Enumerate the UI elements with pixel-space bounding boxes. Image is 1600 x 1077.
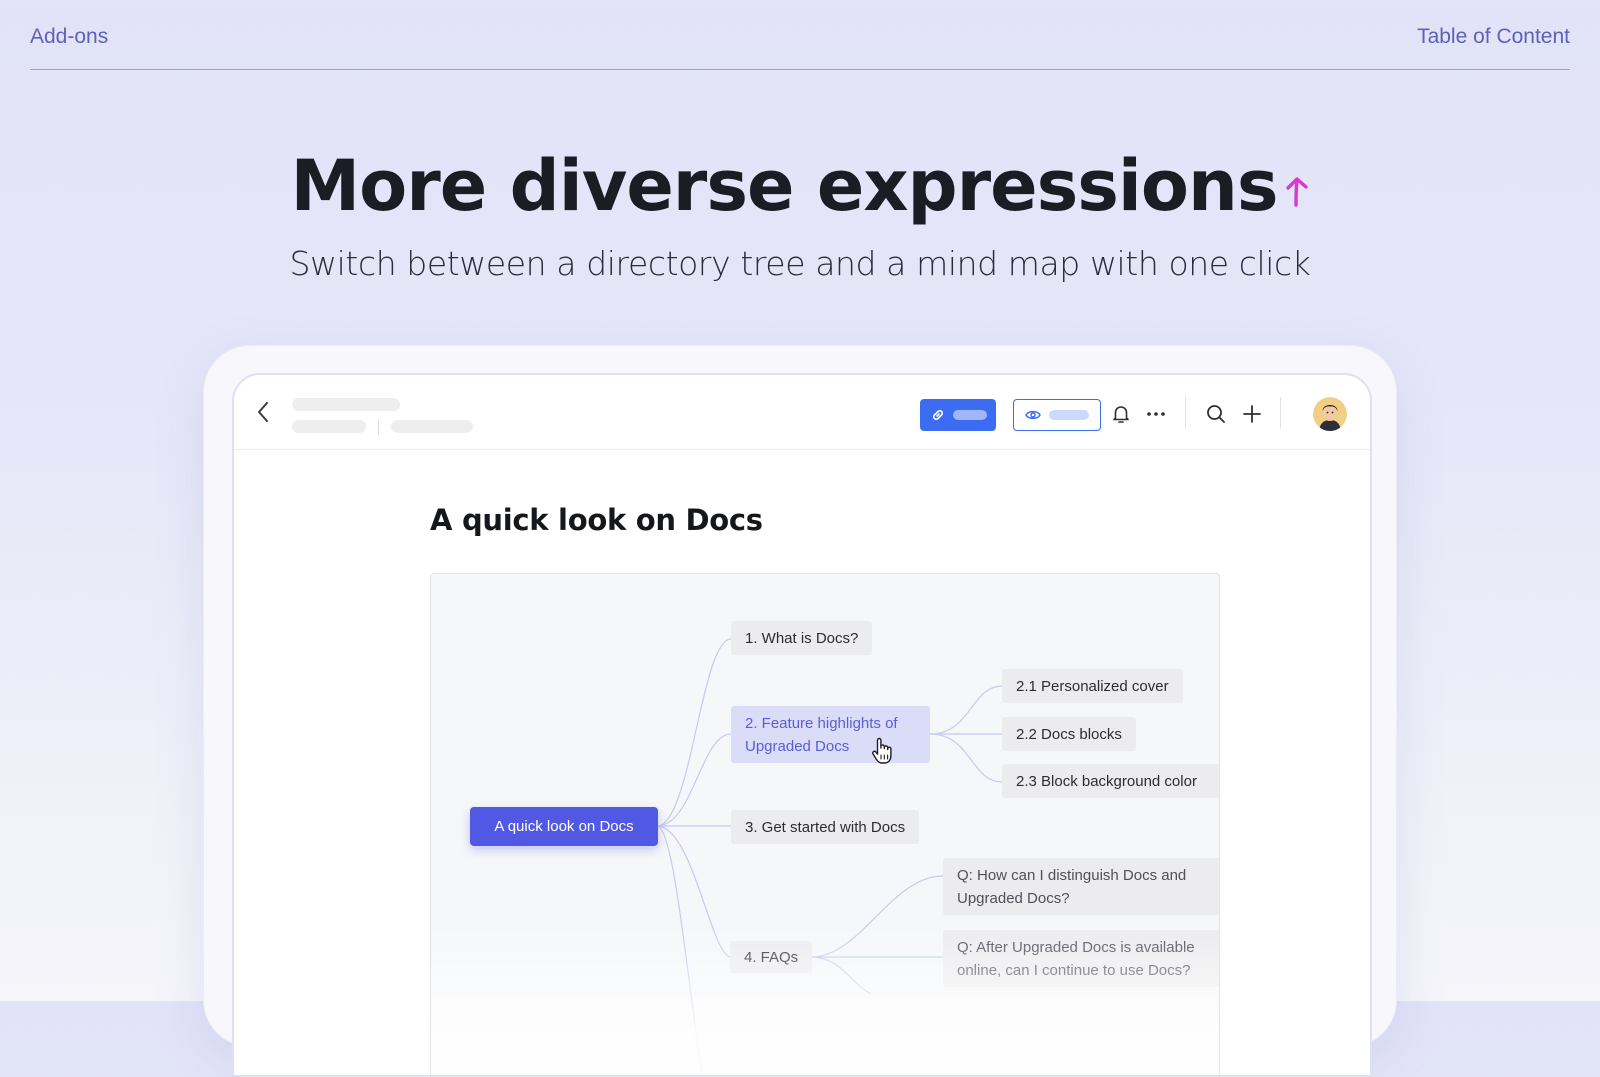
mind-map-node[interactable]: 4. FAQs bbox=[730, 941, 813, 973]
mind-map-root-node[interactable]: A quick look on Docs bbox=[470, 807, 658, 846]
hero-subtitle: Switch between a directory tree and a mi… bbox=[289, 244, 1311, 283]
document-title: A quick look on Docs bbox=[430, 503, 763, 537]
hand-pointer-cursor-icon bbox=[870, 737, 894, 770]
search-icon[interactable] bbox=[1201, 399, 1231, 429]
divider bbox=[1185, 397, 1186, 429]
mind-map: A quick look on Docs 1. What is Docs? 2.… bbox=[430, 573, 1220, 1075]
mind-map-node[interactable]: 2.2 Docs blocks bbox=[1002, 717, 1136, 751]
link-icon bbox=[931, 408, 945, 422]
plus-icon[interactable] bbox=[1237, 399, 1267, 429]
nav-link-add-ons[interactable]: Add-ons bbox=[30, 25, 108, 49]
eye-icon bbox=[1025, 409, 1041, 421]
breadcrumb-placeholder bbox=[292, 420, 366, 433]
app-window: A quick look on Docs A quick look on Doc… bbox=[232, 373, 1372, 1077]
button-label-placeholder bbox=[1049, 410, 1089, 420]
divider bbox=[1280, 397, 1281, 429]
view-mode-button[interactable] bbox=[1013, 399, 1101, 431]
mind-map-node-selected[interactable]: 2. Feature highlights of Upgraded Docs bbox=[731, 706, 930, 763]
mind-map-node[interactable]: Q: How can I distinguish Docs and Upgrad… bbox=[943, 858, 1219, 915]
share-button[interactable] bbox=[920, 399, 996, 431]
breadcrumb-placeholder bbox=[292, 398, 400, 411]
mind-map-node[interactable]: 2.3 Block background color bbox=[1002, 764, 1219, 798]
button-label-placeholder bbox=[953, 410, 987, 420]
hero-title: More diverse expressions bbox=[0, 146, 1600, 226]
mind-map-node[interactable]: Q: After Upgraded Docs is available onli… bbox=[943, 930, 1219, 987]
hero-title-text: More diverse expressions bbox=[290, 145, 1278, 227]
more-icon[interactable] bbox=[1141, 399, 1171, 429]
nav-link-table-of-content[interactable]: Table of Content bbox=[1417, 25, 1570, 49]
bell-icon[interactable] bbox=[1106, 399, 1136, 429]
back-icon[interactable] bbox=[248, 397, 278, 427]
divider bbox=[378, 419, 379, 435]
mind-map-node[interactable]: 2.1 Personalized cover bbox=[1002, 669, 1183, 703]
mind-map-node[interactable]: 3. Get started with Docs bbox=[731, 810, 920, 844]
app-header bbox=[234, 375, 1370, 450]
avatar[interactable] bbox=[1313, 397, 1347, 431]
arrow-up-icon bbox=[1284, 144, 1310, 224]
mind-map-node[interactable]: 1. What is Docs? bbox=[731, 621, 873, 655]
breadcrumb-placeholder bbox=[391, 420, 473, 433]
top-navigation: Add-ons Table of Content bbox=[30, 0, 1570, 70]
